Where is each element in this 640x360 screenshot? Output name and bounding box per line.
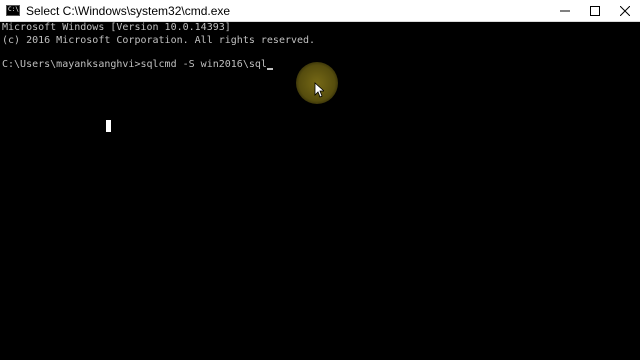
- maximize-icon: [590, 6, 600, 16]
- cmd-icon: C:\: [6, 5, 20, 16]
- cmd-icon-label: C:\: [8, 6, 19, 13]
- window-title: Select C:\Windows\system32\cmd.exe: [26, 3, 231, 18]
- console-line-copyright: (c) 2016 Microsoft Corporation. All righ…: [2, 35, 316, 46]
- mouse-pointer-icon: [314, 82, 324, 98]
- title-bar[interactable]: C:\ Select C:\Windows\system32\cmd.exe: [0, 0, 640, 22]
- console-command-line[interactable]: C:\Users\mayanksanghvi>sqlcmd -S win2016…: [2, 59, 273, 71]
- text-caret: [266, 68, 273, 70]
- ibeam-cursor-icon: [106, 120, 111, 132]
- cmd-window: C:\ Select C:\Windows\system32\cmd.exe M…: [0, 0, 640, 360]
- close-icon: [620, 6, 630, 16]
- minimize-icon: [560, 10, 570, 12]
- close-button[interactable]: [610, 0, 640, 22]
- console-line-version: Microsoft Windows [Version 10.0.14393]: [2, 22, 231, 33]
- maximize-button[interactable]: [580, 0, 610, 22]
- command-prompt-text: C:\Users\mayanksanghvi>sqlcmd -S win2016…: [2, 59, 267, 70]
- window-controls: [550, 0, 640, 22]
- minimize-button[interactable]: [550, 0, 580, 22]
